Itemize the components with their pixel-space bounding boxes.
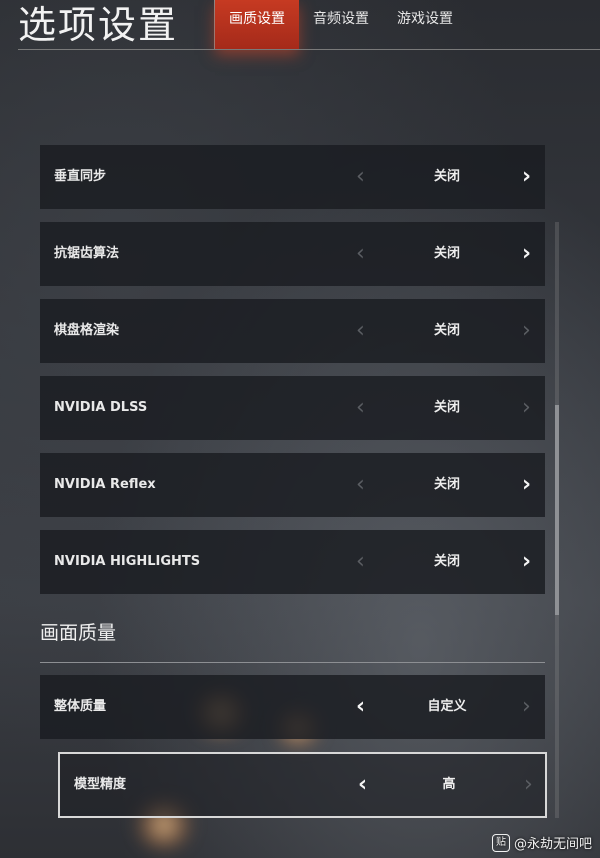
setting-label: 模型精度 xyxy=(74,777,127,792)
setting-value: 关闭 xyxy=(433,477,460,492)
chevron-right-icon[interactable]: › xyxy=(522,675,531,739)
setting-label: NVIDIA HIGHLIGHTS xyxy=(54,554,201,569)
page-title: 选项设置 xyxy=(18,3,179,47)
setting-value: 自定义 xyxy=(427,699,467,714)
chevron-left-icon[interactable]: ‹ xyxy=(358,754,367,816)
setting-row-vsync: 垂直同步 ‹ 关闭 › xyxy=(40,145,545,209)
tieba-logo-icon: 贴 xyxy=(491,833,510,852)
setting-row-checkerboard: 棋盘格渲染 ‹ 关闭 › xyxy=(40,299,545,363)
chevron-right-icon[interactable]: › xyxy=(522,530,531,594)
setting-label: NVIDIA DLSS xyxy=(54,400,148,415)
setting-row-antialiasing: 抗锯齿算法 ‹ 关闭 › xyxy=(40,222,545,286)
chevron-left-icon[interactable]: ‹ xyxy=(356,299,365,363)
setting-row-dlss: NVIDIA DLSS ‹ 关闭 › xyxy=(40,376,545,440)
header: 选项设置 画质设置 音频设置 游戏设置 xyxy=(0,0,600,50)
chevron-left-icon[interactable]: ‹ xyxy=(356,222,365,286)
chevron-right-icon[interactable]: › xyxy=(522,376,531,440)
setting-row-overall-quality: 整体质量 ‹ 自定义 › xyxy=(40,675,545,739)
chevron-right-icon[interactable]: › xyxy=(524,754,533,816)
setting-value: 关闭 xyxy=(433,323,460,338)
setting-value: 关闭 xyxy=(433,400,460,415)
watermark-text: @永劫无间吧 xyxy=(513,837,592,852)
settings-list: 垂直同步 ‹ 关闭 › 抗锯齿算法 ‹ 关闭 › 棋盘格渲染 ‹ 关闭 › NV… xyxy=(40,145,545,607)
chevron-left-icon[interactable]: ‹ xyxy=(356,675,365,739)
setting-row-highlights: NVIDIA HIGHLIGHTS ‹ 关闭 › xyxy=(40,530,545,594)
scrollbar-thumb[interactable] xyxy=(555,405,559,615)
setting-label: 整体质量 xyxy=(54,699,107,714)
chevron-right-icon[interactable]: › xyxy=(522,453,531,517)
chevron-right-icon[interactable]: › xyxy=(522,222,531,286)
setting-value: 关闭 xyxy=(433,246,460,261)
section-title-quality: 画面质量 xyxy=(40,622,117,644)
watermark: 贴 @永劫无间吧 xyxy=(491,833,592,852)
setting-label: 棋盘格渲染 xyxy=(54,323,120,338)
chevron-right-icon[interactable]: › xyxy=(522,145,531,209)
setting-value: 关闭 xyxy=(433,169,460,184)
setting-value: 高 xyxy=(442,777,456,792)
quality-list: 整体质量 ‹ 自定义 › 模型精度 ‹ 高 › xyxy=(40,675,547,831)
tab-game[interactable]: 游戏设置 xyxy=(383,0,467,49)
setting-row-model-detail[interactable]: 模型精度 ‹ 高 › xyxy=(58,752,547,818)
chevron-left-icon[interactable]: ‹ xyxy=(356,376,365,440)
setting-row-reflex: NVIDIA Reflex ‹ 关闭 › xyxy=(40,453,545,517)
setting-label: 抗锯齿算法 xyxy=(54,246,120,261)
setting-value: 关闭 xyxy=(433,554,460,569)
setting-label: NVIDIA Reflex xyxy=(54,477,156,492)
setting-label: 垂直同步 xyxy=(54,169,107,184)
tab-audio[interactable]: 音频设置 xyxy=(299,0,383,49)
tab-graphics[interactable]: 画质设置 xyxy=(215,0,299,49)
chevron-right-icon[interactable]: › xyxy=(522,299,531,363)
tab-bar: 画质设置 音频设置 游戏设置 xyxy=(214,0,467,49)
chevron-left-icon[interactable]: ‹ xyxy=(356,530,365,594)
chevron-left-icon[interactable]: ‹ xyxy=(356,453,365,517)
section-divider xyxy=(40,662,545,663)
header-divider xyxy=(18,49,600,50)
chevron-left-icon[interactable]: ‹ xyxy=(356,145,365,209)
